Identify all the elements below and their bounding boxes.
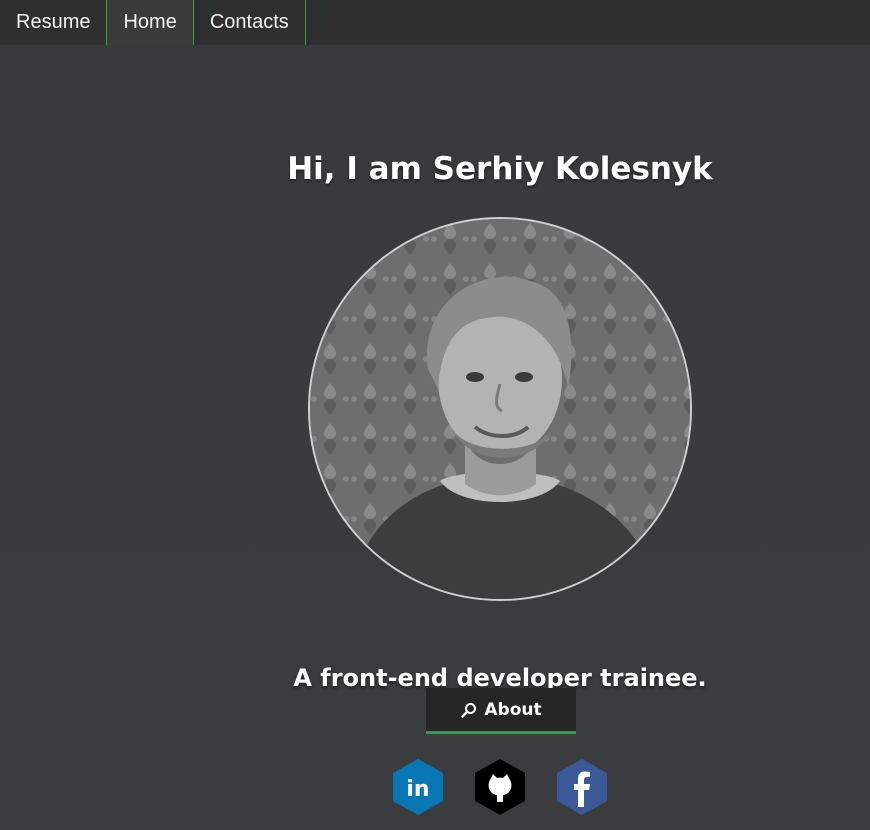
nav-item-home[interactable]: Home — [107, 0, 194, 45]
top-navbar: Resume Home Contacts — [0, 0, 870, 45]
linkedin-icon: in — [393, 759, 443, 815]
github-icon — [475, 759, 525, 815]
about-button-label: About — [484, 699, 542, 720]
profile-photo-illustration — [310, 219, 690, 599]
nav-item-label: Resume — [16, 11, 91, 33]
linkedin-link[interactable]: in — [392, 758, 444, 816]
nav-item-label: Home — [123, 11, 177, 33]
facebook-link[interactable] — [556, 758, 608, 816]
search-icon — [460, 701, 478, 719]
svg-text:in: in — [406, 777, 429, 802]
page-title: Hi, I am Serhiy Kolesnyk — [287, 150, 713, 187]
social-links: in — [0, 758, 870, 816]
nav-item-resume[interactable]: Resume — [0, 0, 108, 45]
facebook-icon — [557, 759, 607, 815]
profile-photo — [308, 217, 692, 601]
about-button[interactable]: About — [426, 688, 576, 734]
github-link[interactable] — [474, 758, 526, 816]
nav-item-contacts[interactable]: Contacts — [194, 0, 306, 45]
nav-item-label: Contacts — [209, 11, 289, 33]
page: Resume Home Contacts Hi, I am Serhiy Kol… — [0, 0, 870, 830]
